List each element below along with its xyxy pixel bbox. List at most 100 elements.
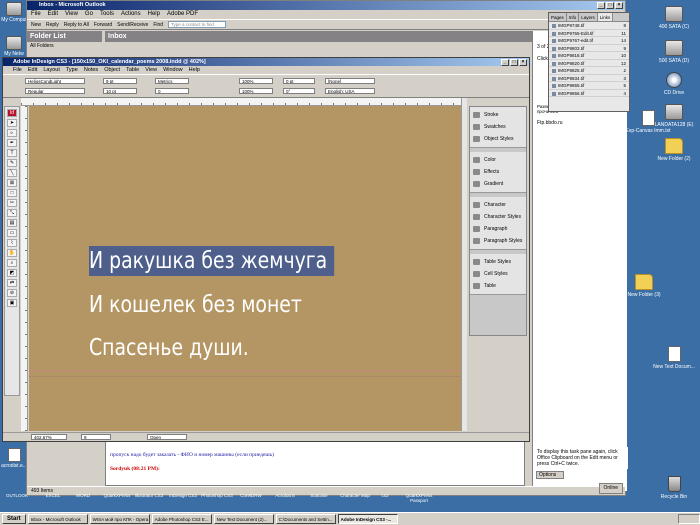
panel-object-styles[interactable]: Object Styles	[470, 133, 526, 145]
ql-quarkxpress[interactable]: QuarkXPress	[100, 493, 134, 498]
desktop-icon-drive-d[interactable]: 500 SATA (D)	[648, 40, 700, 64]
fill-stroke-icon[interactable]: ◩	[7, 269, 17, 277]
swap-colors-icon[interactable]: ⇄	[7, 279, 17, 287]
leading-field[interactable]: 10 pt	[103, 88, 137, 94]
direct-selection-icon[interactable]: ▹	[7, 129, 17, 137]
menu-type[interactable]: Type	[66, 66, 78, 74]
all-folders-label[interactable]: All Folders	[27, 42, 102, 51]
menu-object[interactable]: Object	[104, 66, 120, 74]
menu-window[interactable]: Window	[163, 66, 183, 74]
line-tool-icon[interactable]: ╲	[7, 169, 17, 177]
type-tool-icon[interactable]: T	[7, 149, 17, 157]
ql-indesign[interactable]: InDesign CS3	[166, 493, 200, 498]
pencil-tool-icon[interactable]: ✎	[7, 159, 17, 167]
vertical-ruler[interactable]	[21, 106, 28, 431]
horizontal-ruler[interactable]	[21, 98, 461, 106]
new-button[interactable]: New	[31, 22, 41, 28]
desktop-icon-cd[interactable]: CD Drive	[648, 72, 700, 96]
rectangle-tool-icon[interactable]: □	[7, 189, 17, 197]
poem-line-1-selected[interactable]: И ракушка без жемчуга	[89, 246, 334, 276]
desktop-icon-drive-c[interactable]: 400 SATA (C)	[648, 6, 700, 30]
scissors-icon[interactable]: ✂	[7, 199, 17, 207]
close-button[interactable]: ×	[519, 59, 527, 66]
rectangle-frame-icon[interactable]: ⊠	[7, 179, 17, 187]
minimize-button[interactable]: _	[597, 2, 605, 9]
vertical-scrollbar[interactable]	[461, 98, 467, 431]
task-opera[interactable]: WISA мой про КПК - Opera	[89, 514, 150, 524]
pen-tool-icon[interactable]: ✒	[7, 139, 17, 147]
menu-edit[interactable]: Edit	[28, 66, 37, 74]
task-photoshop[interactable]: Adobe Photoshop CS3 E...	[151, 514, 212, 524]
panel-paragraph-styles[interactable]: Paragraph Styles	[470, 235, 526, 247]
desktop-icon-exp-canvas[interactable]: Exp-Canvas Imm.txt	[622, 110, 674, 134]
menu-table[interactable]: Table	[126, 66, 139, 74]
menu-notes[interactable]: Notes	[84, 66, 98, 74]
tab-info[interactable]: Info	[567, 13, 580, 21]
desktop-icon-new-text-doc[interactable]: New Text Docum...	[648, 346, 700, 370]
link-row[interactable]: IMGP9765-Edit.tif 11	[549, 30, 629, 37]
panel-stroke[interactable]: Stroke	[470, 109, 526, 121]
task-explorer[interactable]: C:\Documents and Settin...	[275, 514, 336, 524]
link-row[interactable]: IMGP9825.tif 2	[549, 67, 629, 75]
note-tool-icon[interactable]: ▭	[7, 229, 17, 237]
language-select[interactable]: English: USA	[325, 88, 375, 94]
menu-tools[interactable]: Tools	[100, 10, 114, 19]
ftp-link[interactable]: Ftp.bbdo.ru	[533, 117, 627, 129]
link-row[interactable]: IMGP9856.tif 4	[549, 90, 629, 97]
start-button[interactable]: Start	[2, 514, 26, 524]
menu-adobe-pdf[interactable]: Adobe PDF	[167, 10, 198, 19]
apply-none-icon[interactable]: ⊘	[7, 289, 17, 297]
ql-photoshop[interactable]: Photoshop CS3	[200, 493, 234, 498]
tab-links[interactable]: Links	[597, 13, 614, 21]
minimize-button[interactable]: _	[501, 59, 509, 66]
ql-outlook[interactable]: OUTLOOK	[0, 493, 34, 498]
font-size-field[interactable]: 9 pt	[103, 78, 137, 84]
zoom-tool-icon[interactable]: ⌕	[7, 259, 17, 267]
menu-file[interactable]: File	[13, 66, 22, 74]
indesign-titlebar[interactable]: Adobe InDesign CS3 - [150x150_OKI_calend…	[3, 58, 529, 66]
normal-view-icon[interactable]: ▣	[7, 299, 17, 307]
forward-button[interactable]: Forward	[94, 22, 112, 28]
vertical-scale-field[interactable]: 100%	[239, 78, 273, 84]
panel-color[interactable]: Color	[470, 154, 526, 166]
panel-paragraph[interactable]: Paragraph	[470, 223, 526, 235]
close-button[interactable]: ×	[615, 2, 623, 9]
ql-acrobat[interactable]: Acrobat 8	[268, 493, 302, 498]
ql-cs3[interactable]: cs3	[368, 493, 402, 498]
link-row[interactable]: IMGP9748.tif 8	[549, 22, 629, 30]
panel-cell-styles[interactable]: Cell Styles	[470, 268, 526, 280]
desktop-icon-recycle-bin[interactable]: Recycle Bin	[648, 476, 700, 500]
panel-character[interactable]: Character	[470, 199, 526, 211]
link-row[interactable]: IMGP9820.tif 12	[549, 60, 629, 67]
tab-layers[interactable]: Layers	[579, 13, 598, 21]
poem-line-2[interactable]: И кошелек без монет	[89, 290, 302, 320]
task-outlook[interactable]: Inbox - Microsoft Outlook	[27, 514, 88, 524]
document-canvas[interactable]: И ракушка без жемчуга И кошелек без моне…	[29, 106, 461, 431]
panel-character-styles[interactable]: Character Styles	[470, 211, 526, 223]
reply-button[interactable]: Reply	[46, 22, 59, 28]
ql-character-map[interactable]: Character Map	[338, 493, 372, 498]
zoom-field[interactable]: 402,67%	[31, 434, 67, 440]
font-family-select[interactable]: HeliosCondLight	[25, 78, 85, 84]
panel-gradient[interactable]: Gradient	[470, 178, 526, 190]
desktop-icon-new-folder-2[interactable]: New Folder (2)	[648, 138, 700, 162]
reply-all-button[interactable]: Reply to All	[64, 22, 89, 28]
ql-excel[interactable]: EXCEL	[36, 493, 70, 498]
hand-tool-icon[interactable]: ✋	[7, 249, 17, 257]
menu-go[interactable]: Go	[85, 10, 93, 19]
menu-file[interactable]: File	[31, 10, 41, 19]
menu-view[interactable]: View	[65, 10, 78, 19]
ql-coreldraw[interactable]: CorelDRW	[234, 493, 268, 498]
link-row[interactable]: IMGP9855.tif 5	[549, 82, 629, 90]
character-style-select[interactable]: [None]	[325, 78, 375, 84]
menu-actions[interactable]: Actions	[121, 10, 141, 19]
desktop-icon-acrodist[interactable]: acrodist.e...	[0, 448, 28, 469]
panel-swatches[interactable]: Swatches	[470, 121, 526, 133]
tracking-field[interactable]: 0	[155, 88, 189, 94]
ql-word[interactable]: WORD	[66, 493, 100, 498]
task-indesign[interactable]: Adobe InDesign CS3 -...	[337, 514, 398, 524]
task-text-document[interactable]: New Text Document (2)...	[213, 514, 274, 524]
ql-suitcase[interactable]: Suitcase	[302, 493, 336, 498]
skew-field[interactable]: 0°	[283, 88, 315, 94]
maximize-button[interactable]: □	[606, 2, 614, 9]
